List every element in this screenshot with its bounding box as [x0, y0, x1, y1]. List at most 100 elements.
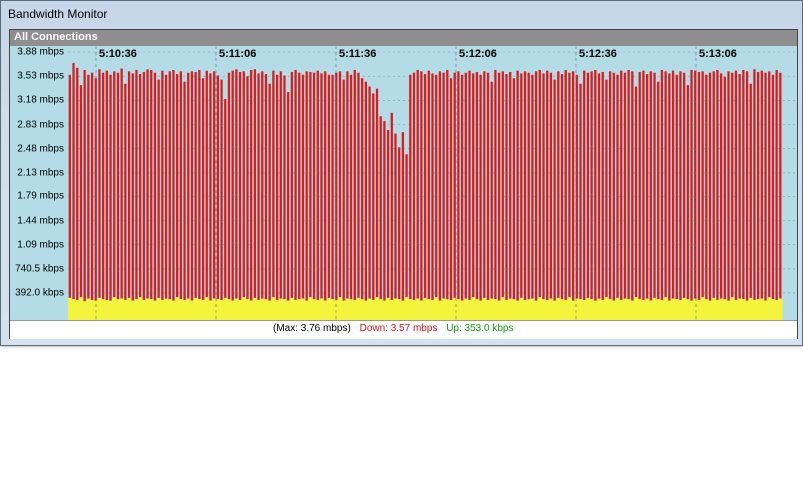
down-bar — [520, 73, 523, 298]
bandwidth-chart: 5:10:36 5:11:06 5:11:36 5:12:06 5:12:36 5:13:… — [68, 46, 797, 320]
bandwidth-monitor-window[interactable]: Bandwidth Monitor All Connections 3.88 m… — [0, 0, 803, 346]
up-bar — [245, 299, 250, 320]
up-bar — [493, 299, 498, 320]
up-bar — [419, 300, 424, 320]
down-bar — [179, 71, 183, 300]
down-bar — [571, 71, 575, 301]
up-bar — [719, 298, 724, 320]
down-bar — [76, 67, 79, 300]
up-bar — [734, 299, 739, 320]
down-bar — [612, 72, 615, 301]
up-bar — [748, 297, 753, 320]
down-bar — [509, 72, 512, 299]
up-bar — [375, 297, 380, 320]
up-bar — [549, 298, 554, 320]
up-bar — [175, 297, 180, 320]
down-bar — [620, 70, 623, 300]
down-bar — [357, 72, 360, 298]
down-bar — [379, 116, 382, 300]
up-bar — [567, 297, 572, 320]
up-bar — [415, 298, 420, 320]
up-bar — [630, 300, 635, 320]
down-bar — [83, 69, 86, 302]
y-tick-label: 2.83 mbps — [17, 119, 64, 131]
down-bar — [90, 72, 94, 300]
down-bar — [264, 74, 268, 300]
up-bar — [389, 299, 394, 320]
down-bar — [327, 74, 331, 298]
up-bar — [704, 299, 709, 320]
down-bar — [490, 81, 493, 299]
down-bar — [238, 72, 242, 300]
down-bar — [139, 74, 142, 298]
down-bar — [764, 72, 767, 301]
down-bar — [168, 71, 171, 300]
bandwidth-chart-svg: 5:10:36 5:11:06 5:11:36 5:12:06 5:12:36 5:13:… — [68, 46, 797, 320]
up-bar — [82, 301, 87, 320]
up-bar — [526, 299, 531, 320]
up-bar — [197, 299, 202, 320]
up-bar — [108, 300, 113, 320]
up-bar — [589, 299, 594, 320]
down-bar — [435, 74, 438, 298]
down-bar — [127, 71, 131, 298]
down-bar — [386, 130, 390, 298]
up-bar — [460, 300, 465, 320]
down-bar — [590, 71, 593, 300]
down-bar — [738, 74, 741, 299]
down-bar — [686, 85, 689, 300]
up-bar — [578, 299, 583, 320]
down-bar — [457, 71, 460, 300]
down-bar — [642, 70, 645, 300]
up-bar — [430, 299, 435, 320]
up-bar — [290, 297, 295, 320]
up-bar — [689, 300, 694, 320]
x-tick-label: 5:11:36 — [339, 48, 376, 60]
up-bar — [563, 299, 568, 320]
down-bar — [153, 72, 157, 301]
down-bar — [305, 71, 308, 301]
down-bar — [146, 69, 149, 299]
up-bar — [515, 300, 520, 320]
down-bar — [412, 72, 416, 300]
up-bar — [593, 300, 598, 320]
up-bar — [123, 299, 128, 320]
down-bar — [338, 71, 342, 298]
up-bar — [105, 299, 110, 320]
up-bar — [645, 298, 650, 320]
up-bar — [408, 299, 413, 320]
up-bar — [652, 297, 657, 320]
up-bar — [208, 300, 213, 320]
status-bar: (Max: 3.76 mbps) Down: 3.57 mbps Up: 353… — [10, 320, 797, 339]
down-bar — [597, 73, 601, 299]
down-bar — [157, 79, 160, 298]
down-bar — [427, 70, 430, 300]
up-bar — [397, 299, 402, 320]
y-tick-label: 740.5 kbps — [15, 263, 64, 275]
down-bar — [505, 74, 508, 300]
down-bar — [431, 73, 434, 300]
down-bar — [682, 72, 686, 298]
up-bar — [286, 300, 291, 320]
up-bar — [204, 297, 209, 320]
title-bar[interactable]: Bandwidth Monitor — [1, 1, 802, 29]
down-bar — [353, 69, 356, 300]
down-bar — [349, 74, 353, 300]
y-tick-label: 392.0 kbps — [15, 287, 64, 299]
up-bar — [634, 297, 639, 320]
down-bar — [187, 72, 190, 299]
down-bar — [320, 73, 323, 299]
up-bar — [190, 300, 195, 320]
down-bar — [649, 71, 652, 301]
up-bar — [763, 300, 768, 320]
down-bar — [72, 63, 75, 300]
down-bar — [453, 72, 456, 298]
up-bar — [537, 297, 542, 320]
down-bar — [645, 74, 649, 299]
up-bar — [737, 298, 742, 320]
up-bar — [227, 299, 232, 320]
y-tick-label: 3.18 mbps — [17, 94, 64, 106]
up-bar — [260, 298, 265, 320]
down-bar — [279, 71, 282, 299]
up-bar — [508, 298, 513, 320]
